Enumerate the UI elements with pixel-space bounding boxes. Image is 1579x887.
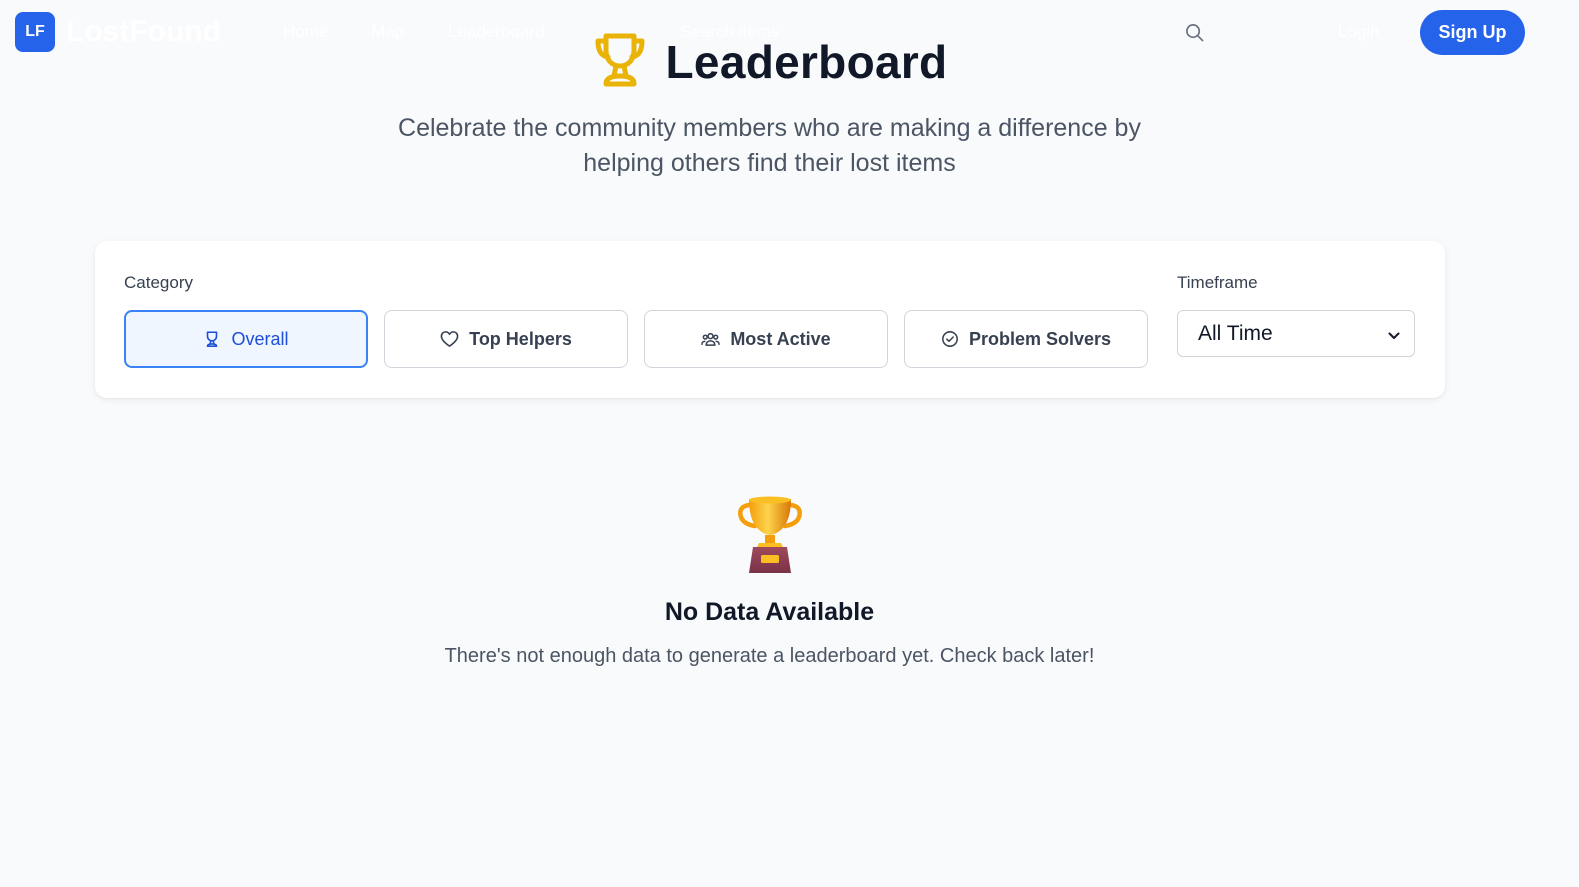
top-navbar: LF LostFound Home Map Leaderboard Search… [0,0,1579,64]
logo-badge[interactable]: LF [15,12,55,52]
users-icon [701,331,721,347]
search-input[interactable]: Search items [680,22,779,42]
category-label-most-active: Most Active [730,328,831,349]
timeframe-selected-value: All Time [1198,321,1273,345]
category-problem-solvers-button[interactable]: Problem Solvers [904,310,1148,368]
timeframe-label: Timeframe [1177,273,1258,292]
subtitle-line-1: Celebrate the community members who are … [398,114,1141,142]
chevron-down-icon [1388,322,1400,346]
category-top-helpers-button[interactable]: Top Helpers [384,310,628,368]
heart-icon [440,330,459,348]
category-label-problem-solvers: Problem Solvers [968,328,1112,349]
filter-card: Category Overall Top Helpers Most Active… [95,241,1445,398]
signup-button[interactable]: Sign Up [1420,10,1525,55]
category-label: Category [124,273,193,292]
leaderboard-page: Leaderboard Celebrate the community memb… [0,0,1579,887]
brand-name[interactable]: LostFound [66,15,221,49]
empty-state-message: There's not enough data to generate a le… [444,645,1095,667]
category-label-top-helpers: Top Helpers [469,328,572,349]
category-most-active-button[interactable]: Most Active [644,310,888,368]
category-label-overall: Overall [231,328,289,349]
empty-state-title: No Data Available [664,598,875,626]
nav-map[interactable]: Map [371,22,404,42]
timeframe-select[interactable]: All Time [1177,310,1415,357]
login-link[interactable]: Login [1338,22,1380,42]
search-icon[interactable] [1185,23,1204,47]
check-circle-icon [941,330,959,348]
empty-state: No Data Available There's not enough dat… [0,495,1539,668]
trophy-icon [203,330,221,348]
trophy-emoji-icon [737,495,803,580]
page-subtitle: Celebrate the community members who are … [0,111,1539,181]
subtitle-line-2: helping others find their lost items [583,149,956,177]
nav-leaderboard[interactable]: Leaderboard [448,22,544,42]
category-overall-button[interactable]: Overall [124,310,368,368]
nav-home[interactable]: Home [283,22,328,42]
